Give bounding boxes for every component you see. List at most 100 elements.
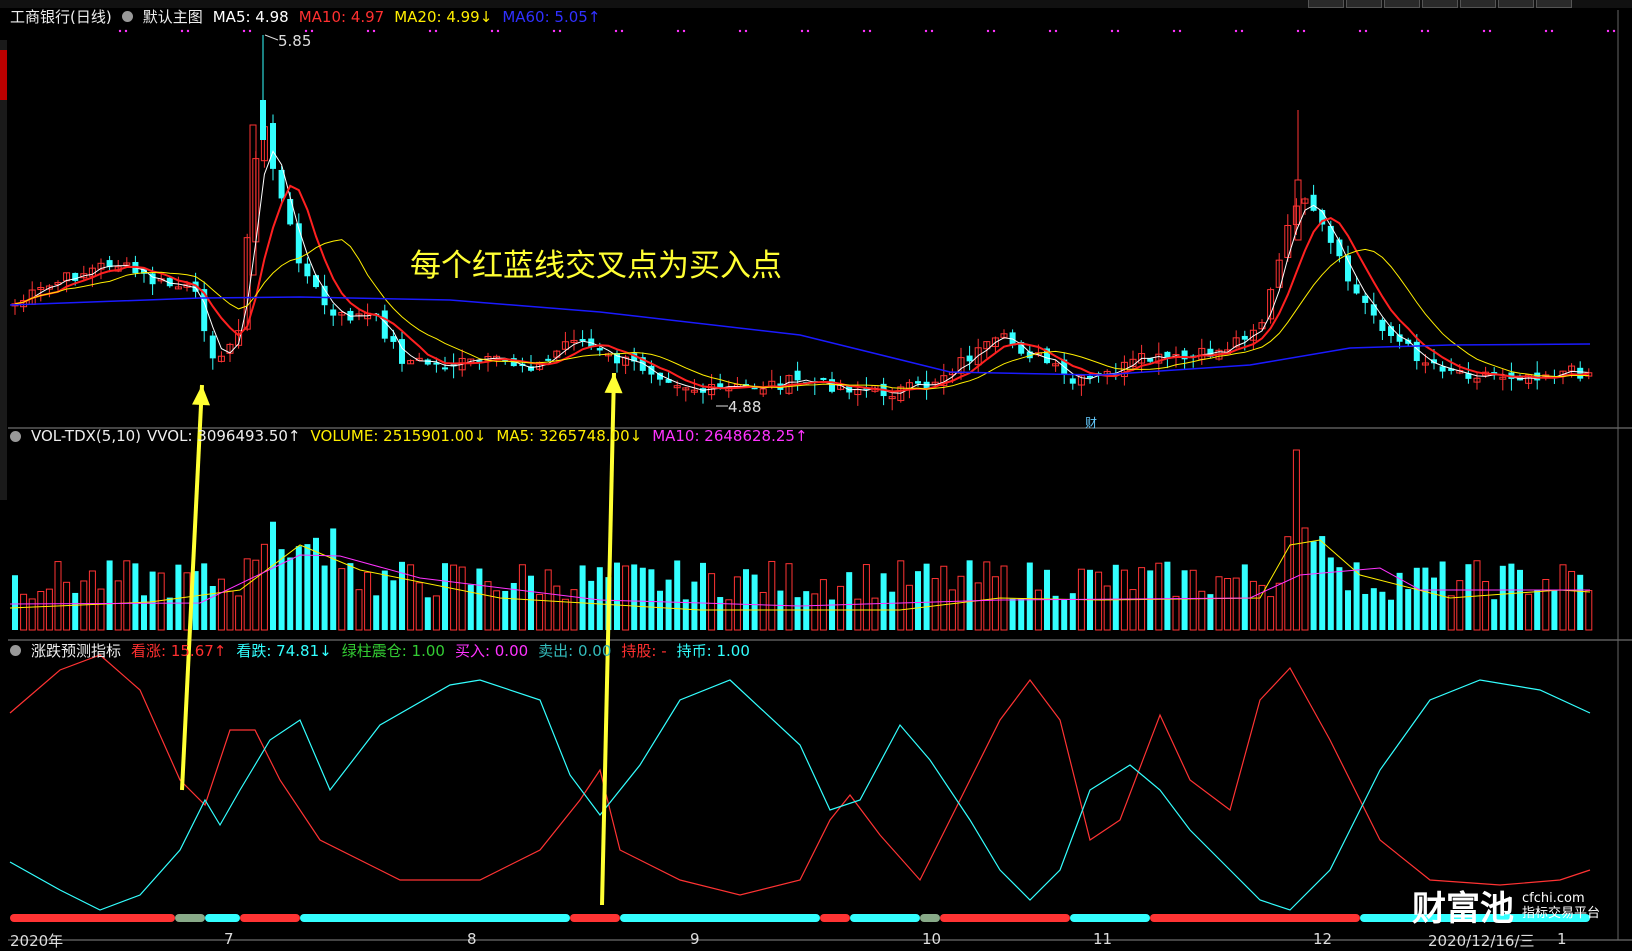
volume-bar — [1069, 593, 1076, 630]
volume-bar — [691, 581, 698, 630]
volume-bar — [588, 580, 595, 630]
volume-bar — [260, 543, 268, 631]
volume-bar — [553, 585, 561, 631]
volume-bar — [364, 571, 372, 631]
x-label-jul: 7 — [224, 930, 234, 948]
x-label-dec: 12 — [1313, 930, 1333, 948]
volume-bar — [1026, 562, 1033, 630]
candle-body — [1327, 225, 1334, 243]
date-tick-dot — [186, 29, 190, 33]
price-low-label: 4.88 — [728, 398, 762, 416]
date-tick-dot — [1426, 29, 1430, 33]
volume-bar — [897, 560, 905, 631]
indicator-up-line — [9, 654, 1591, 896]
volume-bar — [1379, 591, 1386, 630]
date-tick-dot — [738, 29, 742, 33]
volume-bar — [1232, 577, 1240, 631]
volume-bar — [1345, 590, 1351, 630]
volume-bar — [97, 588, 105, 631]
indicator-buy-value: 买入: 0.00 — [454, 642, 529, 660]
state-bar-segment — [1070, 914, 1150, 922]
date-tick-dot — [1606, 29, 1610, 33]
volume-bar — [123, 560, 131, 631]
volume-bar — [1559, 564, 1567, 631]
ma5-line — [14, 150, 1589, 394]
volume-bar — [1147, 570, 1154, 630]
date-tick-dot — [490, 29, 494, 33]
state-bar-segment — [850, 914, 920, 922]
x-label-oct: 10 — [922, 930, 942, 948]
date-tick-dot — [682, 29, 686, 33]
volume-bar — [811, 593, 819, 631]
candle-body — [1310, 194, 1317, 211]
template-label[interactable]: 默认主图 — [143, 6, 203, 27]
indicator-hold-stock-value: 持股: - — [621, 642, 667, 660]
volume-bar — [648, 569, 655, 630]
settings-dot-icon[interactable] — [10, 430, 21, 442]
volume-bar — [1310, 541, 1317, 630]
candle-body — [1353, 284, 1360, 294]
x-label-jan: 1 — [1557, 930, 1567, 948]
date-tick-dot — [180, 29, 184, 33]
candle-body — [209, 335, 216, 359]
ma10-value: MA10: 4.97 — [298, 7, 385, 26]
candle-body — [1370, 304, 1377, 316]
settings-dot-icon[interactable] — [121, 11, 133, 22]
volume-bar — [561, 598, 569, 631]
volume-panel-header: VOL-TDX(5,10) VVOL: 3096493.50↑ VOLUME: … — [10, 427, 808, 445]
vol-indicator-name[interactable]: VOL-TDX(5,10) — [31, 427, 141, 445]
volume-bar — [1456, 580, 1464, 631]
candle-body — [313, 275, 319, 288]
state-bar-segment — [620, 914, 820, 922]
state-bar-segment — [820, 914, 850, 922]
volume-bar — [1034, 589, 1042, 631]
candle-body — [260, 100, 266, 140]
candle-body — [1241, 335, 1248, 340]
volume-bar — [502, 590, 509, 630]
volume-bar — [1577, 574, 1584, 630]
date-tick-dot — [1420, 29, 1424, 33]
volume-bar — [794, 597, 801, 630]
candle-body — [596, 348, 603, 351]
volume-bar — [768, 560, 776, 631]
volume-bar — [674, 560, 681, 630]
volume-bar — [862, 564, 870, 631]
vol-ma10-value: MA10: 2648628.25↑ — [652, 427, 808, 445]
volume-bar — [209, 586, 216, 630]
indicator-up-value: 看涨: 15.67↑ — [131, 642, 227, 660]
volume-bar — [278, 549, 285, 630]
volume-bar — [622, 565, 630, 631]
volume-bar — [631, 564, 638, 630]
volume-bar — [1362, 593, 1369, 630]
state-bar-segment — [920, 914, 940, 922]
volume-bar — [270, 521, 276, 630]
x-label-sep: 9 — [690, 930, 700, 948]
settings-dot-icon[interactable] — [10, 645, 21, 656]
ma20-value: MA20: 4.99↓ — [394, 7, 493, 26]
indicator-name[interactable]: 涨跌预测指标 — [31, 640, 121, 661]
candle-body — [1069, 378, 1076, 384]
buy-point-annotation: 每个红蓝线交叉点为买入点 — [410, 248, 782, 284]
date-tick-dot — [992, 29, 996, 33]
volume-bar — [803, 591, 810, 630]
date-tick-dot — [1172, 29, 1176, 33]
date-tick-dot — [428, 29, 432, 33]
stock-chart-canvas[interactable] — [0, 0, 1632, 949]
volume-bar — [759, 591, 767, 631]
candle-body — [1577, 367, 1584, 379]
volume-bar — [639, 567, 646, 630]
volume-bar — [1009, 598, 1016, 630]
volume-bar — [1207, 594, 1214, 630]
volume-bar — [717, 597, 724, 630]
ma60-value: MA60: 5.05↑ — [502, 7, 601, 26]
volume-bar — [1224, 578, 1232, 631]
stock-title[interactable]: 工商银行(日线) — [10, 6, 112, 27]
buy-arrow-2-head — [604, 373, 623, 394]
volume-bar — [1370, 588, 1377, 630]
volume-bar — [106, 560, 113, 630]
date-tick-dot — [434, 29, 438, 33]
vvol-value: VVOL: 3096493.50↑ — [147, 427, 301, 445]
volume-bar — [991, 576, 999, 631]
date-tick-dot — [1302, 29, 1306, 33]
volume-bar — [1164, 561, 1171, 630]
